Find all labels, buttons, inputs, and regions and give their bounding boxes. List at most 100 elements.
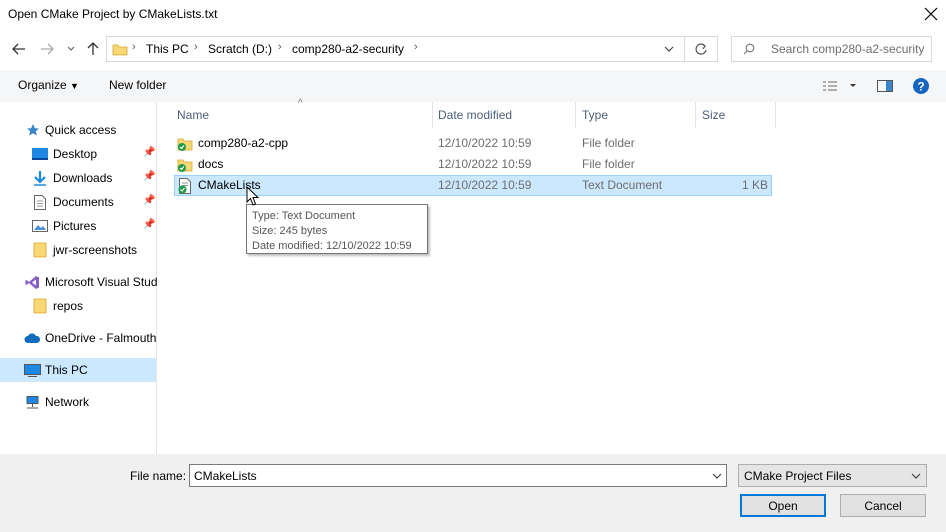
- details-view-icon: [823, 81, 856, 91]
- close-button[interactable]: [916, 0, 946, 28]
- file-type-select[interactable]: CMake Project Files: [738, 464, 927, 487]
- divider: [684, 37, 685, 61]
- file-date: 12/10/2022 10:59: [438, 136, 532, 150]
- file-name-input[interactable]: CMakeLists: [189, 464, 727, 487]
- file-row[interactable]: comp280-a2-cpp 12/10/2022 10:59 File fol…: [174, 133, 772, 154]
- forward-arrow-icon: [41, 43, 54, 55]
- file-type: File folder: [582, 157, 635, 171]
- organize-label: Organize: [18, 78, 67, 92]
- pictures-icon: [32, 219, 48, 233]
- breadcrumb-folder[interactable]: comp280-a2-security: [292, 42, 404, 56]
- dialog-footer: File name: CMakeLists CMake Project File…: [0, 454, 946, 532]
- folder-icon: [176, 156, 193, 173]
- nav-label: jwr-screenshots: [53, 243, 138, 257]
- nav-label: OneDrive - Falmouth: [45, 331, 157, 345]
- visual-studio-icon: [24, 274, 40, 290]
- computer-icon: [23, 363, 41, 377]
- tooltip-date: Date modified: 12/10/2022 10:59: [252, 240, 412, 252]
- search-icon: [742, 42, 756, 56]
- column-header-type[interactable]: Type: [582, 108, 608, 128]
- pin-icon: 📌: [143, 219, 156, 230]
- star-icon: [26, 123, 40, 137]
- svg-text:?: ?: [917, 80, 924, 94]
- nav-label: Downloads: [53, 171, 113, 185]
- column-divider: [575, 102, 576, 128]
- file-row-selected[interactable]: CMakeLists 12/10/2022 10:59 Text Documen…: [174, 175, 772, 196]
- nav-jwr-screenshots[interactable]: jwr-screenshots: [0, 238, 156, 262]
- cloud-icon: [23, 331, 41, 345]
- column-header-name[interactable]: Name: [177, 108, 209, 128]
- nav-documents[interactable]: Documents 📌: [0, 190, 156, 214]
- command-bar: Organize ▼ New folder ?: [0, 70, 946, 102]
- nav-label: Desktop: [53, 147, 98, 161]
- nav-downloads[interactable]: Downloads 📌: [0, 166, 156, 190]
- navigation-pane: Quick access Desktop 📌 Downloads 📌 Docum…: [0, 102, 158, 454]
- nav-label: Microsoft Visual Stud: [45, 275, 158, 289]
- open-button[interactable]: Open: [740, 494, 826, 517]
- file-type: File folder: [582, 136, 635, 150]
- downloads-icon: [32, 170, 48, 186]
- nav-onedrive[interactable]: OneDrive - Falmouth: [0, 326, 156, 350]
- up-arrow-icon: [87, 42, 99, 55]
- nav-label: This PC: [45, 363, 88, 377]
- folder-icon: [32, 242, 48, 258]
- title-bar: Open CMake Project by CMakeLists.txt: [0, 0, 946, 30]
- dropdown-arrow-icon: ▼: [70, 81, 79, 91]
- new-folder-button[interactable]: New folder: [109, 78, 166, 92]
- cancel-button[interactable]: Cancel: [840, 494, 926, 517]
- file-row[interactable]: docs 12/10/2022 10:59 File folder: [174, 154, 772, 175]
- nav-label: Quick access: [45, 123, 117, 137]
- chevron-down-icon: [909, 469, 923, 483]
- tooltip-type: Type: Text Document: [252, 210, 356, 222]
- column-header-size[interactable]: Size: [702, 108, 725, 128]
- folder-icon: [176, 135, 193, 152]
- tooltip-size: Size: 245 bytes: [252, 225, 328, 237]
- file-name: comp280-a2-cpp: [198, 136, 289, 150]
- nav-pictures[interactable]: Pictures 📌: [0, 214, 156, 238]
- file-type-value: CMake Project Files: [744, 469, 852, 483]
- sort-ascending-icon: ^: [298, 98, 303, 109]
- nav-repos[interactable]: repos: [0, 294, 156, 318]
- file-size: 1 KB: [741, 178, 768, 192]
- back-button[interactable]: [10, 38, 28, 60]
- chevron-down-icon: [67, 46, 75, 51]
- chevron-down-icon: [664, 46, 674, 52]
- recent-locations-button[interactable]: [64, 40, 78, 58]
- mouse-cursor-icon: [246, 185, 260, 208]
- refresh-button[interactable]: [691, 40, 711, 58]
- desktop-icon: [32, 147, 48, 161]
- preview-pane-button[interactable]: [875, 77, 895, 95]
- chevron-down-icon[interactable]: [710, 469, 724, 483]
- up-button[interactable]: [84, 38, 102, 60]
- file-type: Text Document: [582, 178, 663, 192]
- help-button[interactable]: ?: [912, 77, 930, 95]
- address-bar[interactable]: › This PC › Scratch (D:) › comp280-a2-se…: [106, 36, 718, 62]
- nav-this-pc[interactable]: This PC: [0, 358, 156, 382]
- nav-network[interactable]: Network: [0, 390, 156, 414]
- breadcrumb-this-pc[interactable]: This PC: [146, 42, 189, 56]
- search-placeholder: Search comp280-a2-security: [771, 42, 925, 56]
- column-header-date[interactable]: Date modified: [438, 108, 512, 128]
- nav-visual-studio[interactable]: Microsoft Visual Stud: [0, 270, 158, 294]
- file-name-label: File name:: [130, 469, 187, 483]
- chevron-right-icon: ›: [414, 41, 418, 53]
- change-view-button[interactable]: [820, 77, 858, 95]
- address-dropdown-button[interactable]: [659, 41, 679, 57]
- close-icon: [924, 7, 938, 21]
- breadcrumb-scratch[interactable]: Scratch (D:): [208, 42, 272, 56]
- pin-icon: 📌: [143, 195, 156, 206]
- window-title: Open CMake Project by CMakeLists.txt: [8, 7, 218, 21]
- nav-desktop[interactable]: Desktop 📌: [0, 142, 156, 166]
- pin-icon: 📌: [143, 147, 156, 158]
- nav-label: Network: [45, 395, 90, 409]
- file-tooltip: Type: Text Document Size: 245 bytes Date…: [246, 204, 428, 254]
- chevron-right-icon: ›: [278, 41, 282, 53]
- text-document-icon: [176, 177, 193, 194]
- forward-button[interactable]: [38, 38, 56, 60]
- organize-button[interactable]: Organize ▼: [18, 78, 79, 92]
- file-date: 12/10/2022 10:59: [438, 157, 532, 171]
- column-divider: [432, 102, 433, 128]
- search-input[interactable]: Search comp280-a2-security: [731, 36, 932, 62]
- nav-quick-access[interactable]: Quick access: [0, 118, 156, 142]
- back-arrow-icon: [12, 43, 25, 55]
